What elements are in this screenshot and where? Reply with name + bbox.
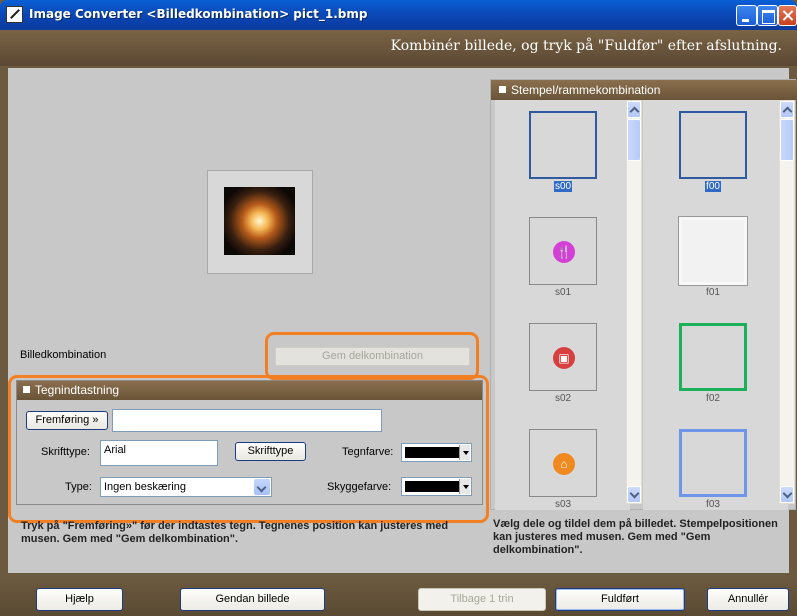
scroll-up-icon[interactable] (780, 101, 794, 118)
frame-item[interactable]: f00 (658, 111, 768, 192)
minimize-button[interactable] (736, 5, 757, 26)
maximize-button[interactable] (757, 5, 778, 26)
help-button[interactable]: Hjælp (36, 588, 123, 611)
home-icon: ⌂ (553, 453, 575, 475)
frame-tile[interactable] (679, 323, 747, 391)
stamp-tile[interactable] (529, 111, 597, 179)
section-label: Billedkombination (20, 349, 107, 361)
stamp-item[interactable]: ⌂ s03 (508, 429, 618, 510)
stamp-label: s02 (554, 393, 572, 404)
frame-tile[interactable] (678, 216, 748, 286)
frame-scrollbar[interactable] (779, 100, 795, 504)
close-button[interactable] (778, 5, 797, 26)
highlight-outline-save (265, 332, 479, 380)
stamp-tile[interactable]: 🍴 (529, 217, 597, 285)
app-icon (6, 6, 23, 23)
title-bar[interactable]: Image Converter <Billedkombination> pict… (0, 0, 797, 30)
finish-button[interactable]: Fuldført (555, 588, 685, 611)
stamp-tile[interactable]: ⌂ (529, 429, 597, 497)
frame-list[interactable]: f00 f01 f02 f03 (643, 100, 788, 510)
preview-image[interactable] (224, 187, 295, 255)
frame-item[interactable]: f02 (658, 323, 768, 404)
stamp-label: s00 (553, 181, 573, 192)
window-title: Image Converter <Billedkombination> pict… (29, 7, 368, 21)
stamp-scrollbar[interactable] (626, 100, 642, 504)
stamp-item[interactable]: s00 (508, 111, 618, 192)
stamp-label: s01 (554, 287, 572, 298)
stamp-frame-panel: Stempel/rammekombination s00 🍴 s01 ▣ s02… (490, 79, 797, 510)
preview-frame (207, 170, 313, 274)
frame-label: f01 (706, 287, 720, 298)
frame-label: f02 (706, 393, 720, 404)
help-text-right: Vælg dele og tildel dem på billedet. Ste… (493, 518, 778, 556)
scroll-thumb[interactable] (627, 119, 641, 161)
scroll-down-icon[interactable] (780, 486, 794, 503)
frame-label: f03 (706, 499, 720, 510)
header-instruction: Kombinér billede, og tryk på "Fuldfør" e… (390, 38, 782, 54)
cancel-button[interactable]: Annullér (707, 588, 789, 611)
frame-item[interactable]: f01 (658, 216, 768, 298)
frame-item[interactable]: f03 (658, 429, 768, 510)
frame-tile[interactable] (679, 111, 747, 179)
back-one-step-button[interactable]: Tilbage 1 trin (418, 588, 546, 611)
preview-area (10, 70, 487, 372)
scroll-down-icon[interactable] (627, 486, 641, 503)
stamp-label: s03 (554, 499, 572, 510)
frame-label: f00 (705, 181, 721, 192)
bullet-icon (499, 86, 506, 94)
frame-tile[interactable] (679, 429, 747, 497)
scroll-thumb[interactable] (780, 119, 794, 161)
fuel-pump-icon: ▣ (553, 347, 575, 369)
stamp-panel-header: Stempel/rammekombination (491, 80, 797, 100)
fork-knife-icon: 🍴 (553, 241, 575, 263)
stamp-item[interactable]: 🍴 s01 (508, 217, 618, 298)
restore-image-button[interactable]: Gendan billede (180, 588, 325, 611)
bottom-bar: Hjælp Gendan billede Tilbage 1 trin Fuld… (0, 578, 797, 616)
stamp-item[interactable]: ▣ s02 (508, 323, 618, 404)
stamp-tile[interactable]: ▣ (529, 323, 597, 391)
highlight-outline-text-panel (8, 375, 489, 523)
stamp-list[interactable]: s00 🍴 s01 ▣ s02 ⌂ s03 (495, 100, 630, 510)
help-text-left: Tryk på "Fremføring»" før der indtastes … (21, 520, 449, 545)
scroll-up-icon[interactable] (627, 101, 641, 118)
header-band: Kombinér billede, og tryk på "Fuldfør" e… (0, 30, 797, 66)
stamp-panel-title: Stempel/rammekombination (511, 83, 661, 97)
